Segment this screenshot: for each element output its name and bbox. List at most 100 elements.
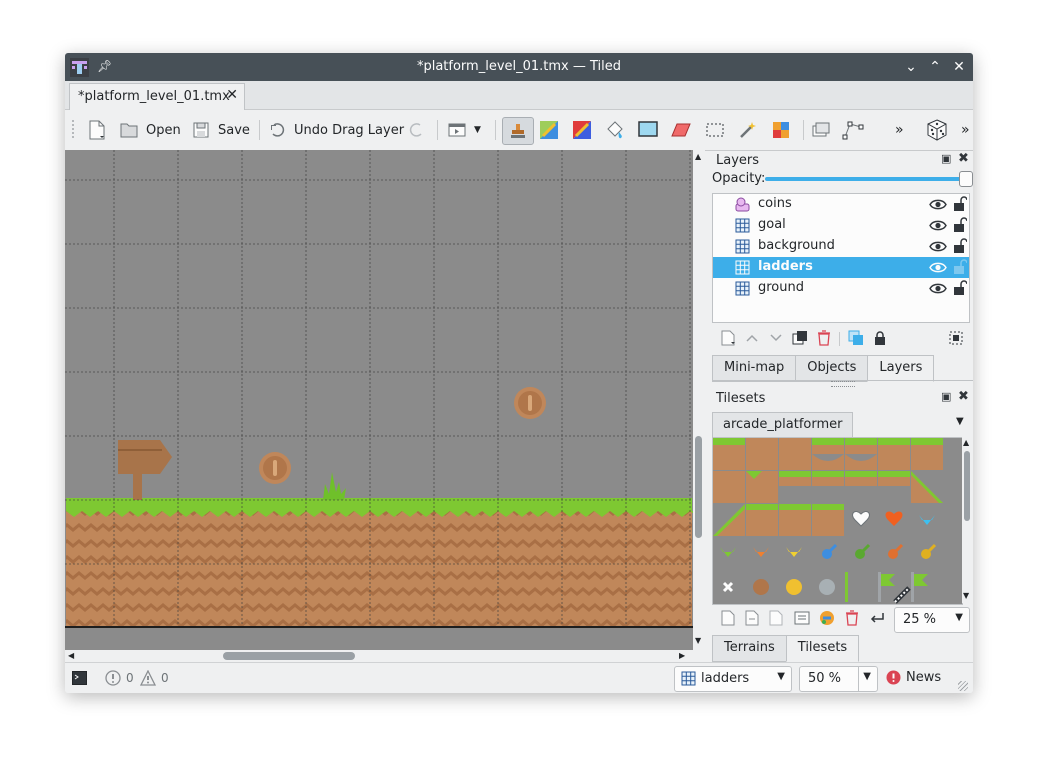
scroll-down-arrow-icon[interactable]: ▼ — [963, 591, 969, 600]
opacity-slider-track[interactable] — [765, 177, 966, 181]
horizontal-scroll-thumb[interactable] — [223, 652, 355, 660]
redo-button[interactable] — [405, 118, 429, 142]
current-layer-combo[interactable]: ladders ▼ — [674, 666, 792, 692]
visibility-eye-icon[interactable] — [929, 239, 947, 254]
map-view[interactable] — [65, 150, 697, 650]
tileset-scroll-thumb[interactable] — [964, 451, 970, 521]
new-layer-icon[interactable] — [720, 330, 736, 346]
dock-splitter[interactable] — [831, 381, 855, 387]
dynamic-wrapping-icon[interactable] — [869, 610, 885, 626]
visibility-eye-icon[interactable] — [929, 281, 947, 296]
dropdown-arrow-icon[interactable]: ▼ — [474, 125, 481, 135]
stamp-brush-button[interactable] — [502, 117, 534, 145]
close-panel-icon[interactable]: ✖ — [958, 389, 969, 404]
tab-terrains[interactable]: Terrains — [712, 635, 787, 662]
scroll-right-arrow-icon[interactable]: ▶ — [679, 651, 685, 660]
bucket-fill-button[interactable] — [603, 118, 627, 142]
open-button[interactable]: Open — [117, 118, 181, 142]
panel-menu-icon[interactable] — [948, 330, 964, 346]
highlight-layer-icon[interactable] — [848, 330, 864, 346]
toolbar-overflow-button[interactable]: » — [895, 118, 904, 142]
rectangular-select-button[interactable] — [703, 118, 727, 142]
new-tileset-icon[interactable] — [720, 610, 736, 626]
tab-arcade-platformer[interactable]: arcade_platformer — [712, 412, 854, 439]
layer-row-ground[interactable]: ground — [713, 278, 969, 299]
toolbar-overflow-right-button[interactable]: » — [961, 118, 970, 142]
wang-brush-button[interactable] — [570, 118, 594, 142]
maximize-button[interactable]: ⌃ — [924, 56, 946, 78]
tab-layers[interactable]: Layers — [867, 355, 935, 382]
unlocked-icon[interactable] — [953, 196, 967, 212]
run-command-button[interactable]: ▼ — [445, 118, 481, 142]
lower-layer-icon[interactable] — [768, 330, 784, 346]
export-tileset-icon[interactable] — [768, 610, 784, 626]
toolbar-handle[interactable] — [72, 120, 74, 140]
undo-button[interactable]: Undo Drag Layer — [265, 118, 404, 142]
chevron-down-icon[interactable]: ▼ — [955, 612, 963, 623]
minimize-button[interactable]: ⌄ — [900, 56, 922, 78]
close-panel-icon[interactable]: ✖ — [958, 151, 969, 166]
scroll-down-arrow-icon[interactable]: ▼ — [695, 636, 701, 645]
float-panel-icon[interactable]: ▣ — [941, 152, 951, 165]
document-tab[interactable]: *platform_level_01.tmx ✕ — [69, 83, 245, 110]
edit-polygons-button[interactable] — [841, 118, 865, 142]
layer-row-ladders[interactable]: ladders — [713, 257, 969, 278]
delete-layer-icon[interactable] — [816, 330, 832, 346]
scroll-left-arrow-icon[interactable]: ◀ — [68, 651, 74, 660]
lock-icon[interactable] — [872, 330, 888, 346]
magic-wand-button[interactable] — [736, 118, 760, 142]
news-button[interactable]: News — [886, 670, 941, 685]
visibility-eye-icon[interactable] — [929, 218, 947, 233]
opacity-slider-handle[interactable] — [959, 171, 973, 187]
embed-tileset-icon[interactable] — [744, 610, 760, 626]
scroll-up-arrow-icon[interactable]: ▲ — [695, 152, 701, 161]
raise-layer-icon[interactable] — [744, 330, 760, 346]
close-tab-icon[interactable]: ✕ — [226, 87, 238, 103]
new-file-button[interactable] — [85, 118, 109, 142]
tab-mini-map[interactable]: Mini-map — [712, 355, 797, 382]
scroll-up-arrow-icon[interactable]: ▲ — [963, 438, 969, 447]
map-horizontal-scrollbar[interactable]: ◀ ▶ — [65, 650, 693, 662]
map-zoom-combo[interactable]: 50 % ▼ — [799, 666, 878, 692]
unlocked-icon[interactable] — [953, 259, 967, 275]
unlocked-icon[interactable] — [953, 238, 967, 254]
visibility-eye-icon[interactable] — [929, 260, 947, 275]
warning-icon[interactable] — [140, 670, 156, 686]
terrain-brush-button[interactable] — [537, 118, 561, 142]
error-icon[interactable] — [105, 670, 121, 686]
map-canvas[interactable] — [65, 150, 697, 650]
shape-fill-button[interactable] — [636, 118, 660, 142]
visibility-eye-icon[interactable] — [929, 197, 947, 212]
select-same-tile-button[interactable] — [769, 118, 793, 142]
tileset-view[interactable] — [712, 437, 963, 605]
tab-tilesets[interactable]: Tilesets — [785, 635, 860, 662]
tileset-zoom-combo[interactable]: 25 % ▼ — [894, 607, 970, 633]
resize-grip-icon[interactable] — [958, 681, 968, 691]
layer-row-coins[interactable]: coins — [713, 194, 969, 215]
tileset-scrollbar[interactable]: ▲ ▼ — [962, 437, 972, 603]
close-button[interactable]: ✕ — [948, 56, 970, 78]
duplicate-layer-icon[interactable] — [792, 330, 808, 346]
tab-objects[interactable]: Objects — [795, 355, 869, 382]
layer-row-background[interactable]: background — [713, 236, 969, 257]
layer-row-goal[interactable]: goal — [713, 215, 969, 236]
tileset-list-dropdown-icon[interactable]: ▼ — [956, 416, 964, 427]
random-mode-off-button[interactable] — [809, 118, 833, 142]
chevron-down-icon[interactable]: ▼ — [777, 671, 785, 682]
save-button[interactable]: Save — [189, 118, 250, 142]
edit-tileset-icon[interactable] — [819, 610, 835, 626]
undo-label: Undo Drag Layer — [294, 122, 405, 138]
remove-tileset-icon[interactable] — [844, 610, 860, 626]
random-mode-button[interactable] — [925, 118, 949, 142]
map-vertical-scrollbar[interactable]: ▲ ▼ — [693, 150, 705, 650]
chevron-down-icon[interactable]: ▼ — [863, 671, 871, 682]
coin-object[interactable] — [514, 387, 546, 419]
tileset-properties-icon[interactable] — [794, 610, 810, 626]
float-panel-icon[interactable]: ▣ — [941, 390, 951, 403]
coin-object[interactable] — [259, 452, 291, 484]
unlocked-icon[interactable] — [953, 280, 967, 296]
vertical-scroll-thumb[interactable] — [695, 436, 702, 538]
console-icon[interactable] — [72, 671, 87, 685]
unlocked-icon[interactable] — [953, 217, 967, 233]
eraser-button[interactable] — [669, 118, 693, 142]
